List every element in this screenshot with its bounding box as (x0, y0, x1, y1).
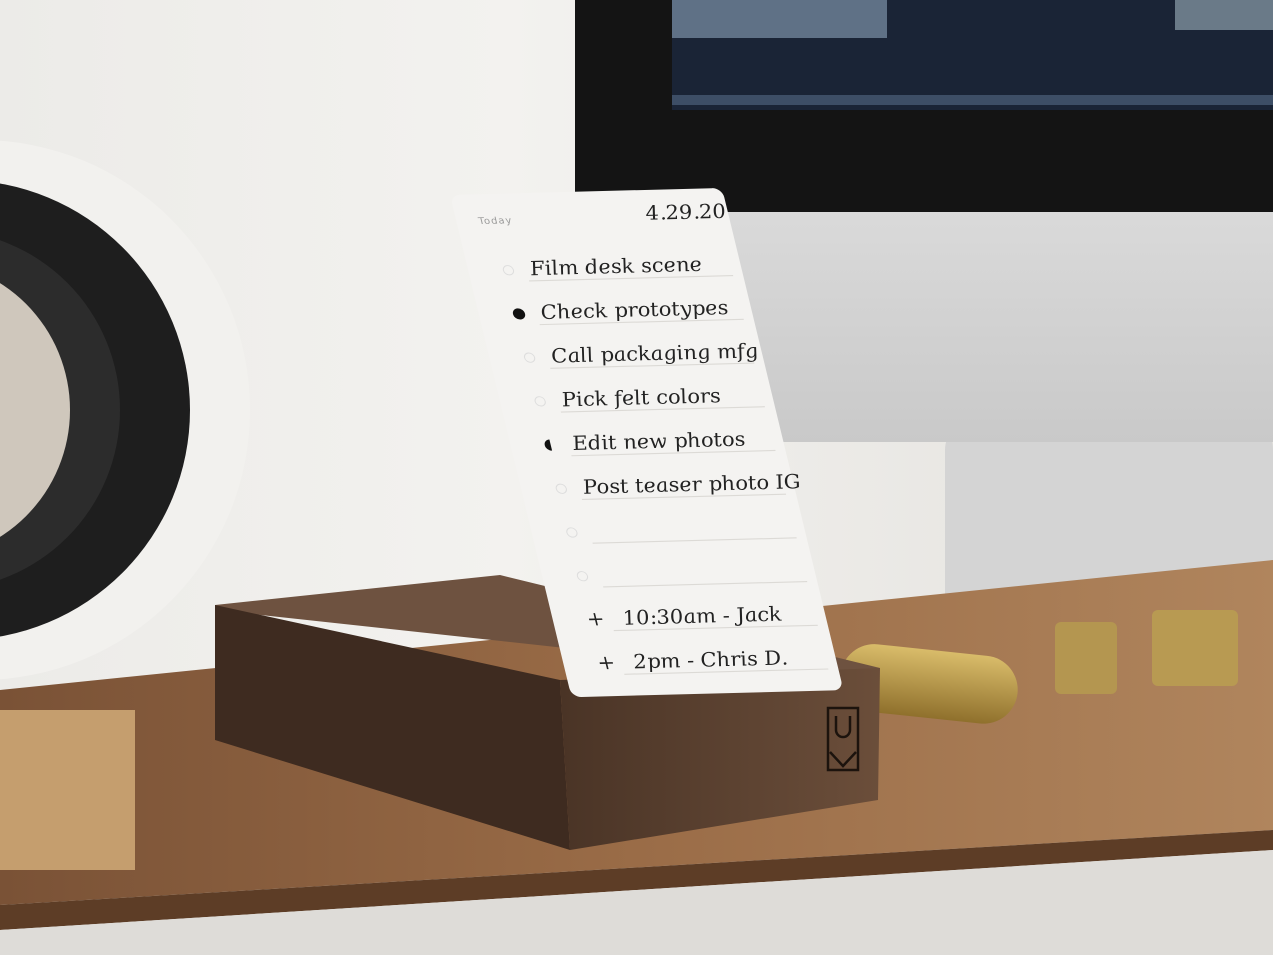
brass-die (1055, 622, 1117, 694)
card-header-label: Today (476, 216, 513, 227)
brass-die (1152, 610, 1238, 686)
desk-scene: Today 4.29.20 Film desk scene Check proto… (0, 0, 1273, 955)
task-text: Check prototypes (538, 296, 731, 324)
appointment-text: 2pm - Chris D. (630, 646, 790, 673)
card-date: 4.29.20 (642, 200, 729, 225)
task-text: Pick felt colors (558, 384, 723, 411)
appointment-text: 10:30am - Jack (620, 603, 784, 630)
task-text: Edit new photos (569, 428, 748, 455)
task-text: Film desk scene (526, 253, 704, 280)
